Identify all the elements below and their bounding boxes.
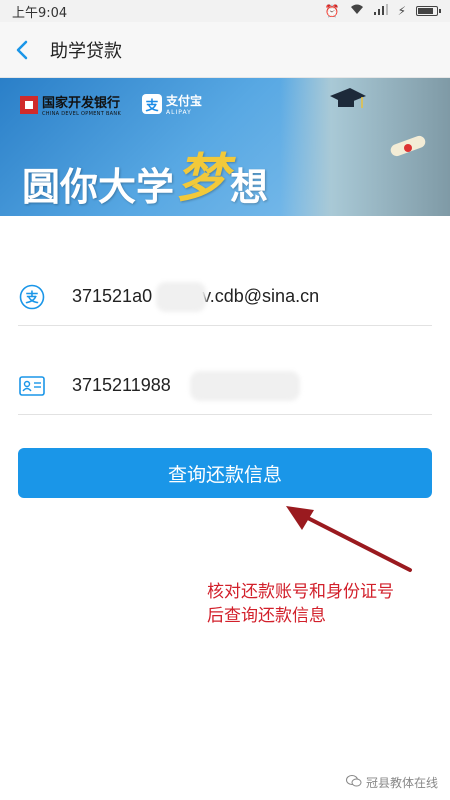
battery-icon: [416, 6, 441, 16]
id-value-text: 3715211988: [72, 375, 171, 395]
signal-icon: [373, 4, 388, 18]
id-card-icon: [18, 372, 46, 400]
wechat-icon: [345, 774, 362, 791]
alarm-icon: ⏰: [324, 4, 340, 18]
page-title: 助学贷款: [50, 40, 122, 62]
status-bar: 上午9:04 ⏰ ⚡: [0, 0, 450, 22]
alipay-name-cn: 支付宝: [166, 94, 203, 108]
id-value: 3715211988: [72, 371, 300, 401]
diploma-icon: [390, 135, 426, 157]
status-time: 上午9:04: [12, 5, 68, 21]
alipay-icon: 支: [18, 283, 46, 311]
annotation-arrow-icon: [286, 506, 412, 572]
annotation-line1: 核对还款账号和身份证号: [207, 582, 394, 602]
bank-name-cn: 国家开发银行: [42, 96, 121, 111]
alipay-logo: 支 支付宝 ALIPAY: [142, 92, 202, 116]
promo-banner: 国家开发银行 CHINA DEVEL OPMENT BANK 支 支付宝 ALI…: [0, 78, 450, 216]
annotation-line2: 后查询还款信息: [207, 606, 326, 626]
query-repayment-button[interactable]: 查询还款信息: [18, 448, 432, 498]
id-row[interactable]: 3715211988: [18, 357, 432, 415]
alipay-name-en: ALIPAY: [166, 109, 192, 116]
watermark: 冠县教体在线: [345, 774, 438, 791]
watermark-text: 冠县教体在线: [365, 776, 438, 790]
charging-icon: ⚡: [397, 4, 406, 18]
svg-text:支: 支: [24, 290, 39, 306]
chevron-left-icon[interactable]: [0, 22, 44, 78]
account-value-start: 371521a0: [72, 286, 153, 306]
battery-level: [418, 8, 434, 14]
slogan-part1: 圆你大学: [22, 165, 175, 209]
graduation-cap-icon: [330, 88, 366, 108]
account-value: 371521a0 v.cdb@sina.cn: [72, 282, 320, 312]
slogan-dream: 梦: [176, 149, 229, 209]
privacy-blur: [156, 282, 206, 312]
account-row[interactable]: 支 371521a0 v.cdb@sina.cn: [18, 268, 432, 326]
nav-bar: 助学贷款: [0, 22, 450, 78]
bank-name-en: CHINA DEVEL OPMENT BANK: [42, 111, 122, 117]
slogan-part2: 想: [230, 165, 269, 209]
annotation-note: 核对还款账号和身份证号 后查询还款信息: [207, 580, 447, 628]
banner-slogan: 圆你大学 梦 想: [22, 136, 268, 211]
cdb-logo: 国家开发银行 CHINA DEVEL OPMENT BANK: [20, 92, 121, 117]
wifi-icon: [350, 4, 364, 18]
account-value-end: v.cdb@sina.cn: [202, 286, 320, 306]
alipay-mark-icon: 支: [142, 94, 162, 114]
cdb-mark-icon: [20, 95, 38, 114]
status-icons: ⏰ ⚡: [324, 4, 441, 18]
privacy-blur: [190, 371, 300, 401]
